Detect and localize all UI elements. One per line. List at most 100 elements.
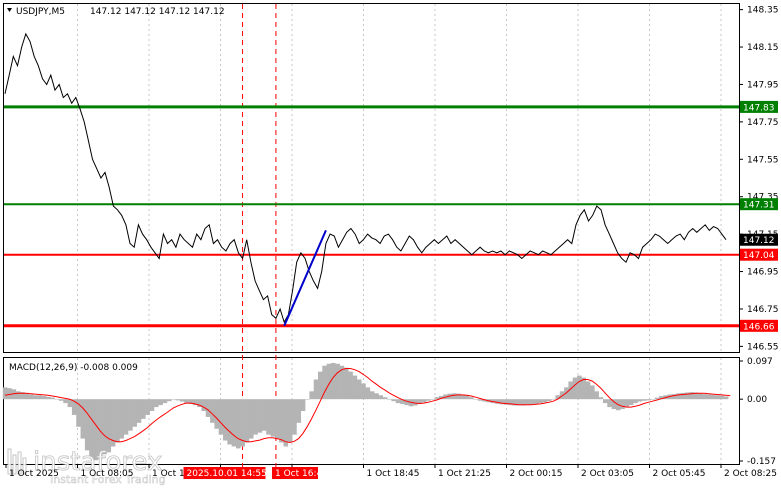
time-tick-label: 2 Oct 00:15 — [510, 469, 563, 479]
macd-histogram-bar — [119, 399, 125, 439]
time-tick-label: 2 Oct 05:45 — [653, 469, 706, 479]
macd-histogram-bar — [451, 393, 457, 400]
macd-histogram-bar — [123, 399, 129, 435]
macd-histogram-bar — [637, 399, 643, 402]
time-tick-label: 1 Oct 16:45 — [275, 469, 328, 479]
macd-histogram-bar — [577, 375, 582, 400]
level-price-tag: 146.66 — [743, 322, 775, 332]
macd-histogram-bar — [63, 399, 68, 404]
macd-histogram-bar — [581, 377, 586, 400]
macd-histogram-bar — [495, 399, 500, 404]
macd-histogram-bar — [248, 399, 254, 439]
macd-histogram-bar — [529, 399, 535, 405]
macd-histogram-bar — [425, 399, 431, 401]
macd-histogram-bar — [654, 397, 660, 400]
macd-histogram-bar — [706, 394, 712, 400]
macd-histogram-bar — [313, 379, 319, 400]
macd-histogram-bar — [296, 399, 302, 423]
macd-histogram-bar — [309, 391, 314, 400]
macd-histogram-bar — [607, 399, 612, 408]
macd-histogram-bar — [633, 399, 638, 404]
time-tick-label: 1 Oct 2025 — [9, 469, 59, 479]
macd-histogram-bar — [54, 399, 60, 400]
time-tick-label: 2 Oct 08:25 — [724, 469, 777, 479]
macd-histogram-bar — [628, 399, 634, 406]
macd-histogram-bar — [33, 395, 38, 400]
macd-histogram-bar — [387, 399, 392, 400]
macd-histogram-bar — [115, 399, 120, 443]
macd-histogram-bar — [335, 363, 340, 400]
macd-histogram-bar — [270, 399, 276, 437]
macd-histogram-bar — [697, 393, 703, 400]
macd-histogram-bar — [646, 399, 651, 401]
macd-histogram-bar — [171, 399, 176, 400]
macd-histogram-bar — [650, 399, 656, 400]
macd-histogram-bar — [715, 395, 720, 400]
y-tick-label: 146.95 — [747, 268, 779, 278]
macd-histogram-bar — [719, 395, 725, 400]
macd-histogram-bar — [2, 387, 8, 400]
macd-histogram-bar — [84, 399, 90, 451]
time-tick-label: 1 Oct 08:05 — [81, 469, 134, 479]
macd-histogram-bar — [283, 399, 289, 447]
macd-histogram-bar — [330, 362, 336, 400]
macd-histogram-bar — [15, 391, 21, 400]
macd-histogram-bar — [598, 397, 604, 400]
macd-histogram-bar — [430, 399, 435, 400]
macd-histogram-bar — [166, 399, 172, 402]
macd-histogram-bar — [702, 394, 707, 400]
macd-histogram-bar — [223, 399, 228, 441]
macd-histogram-bar — [382, 397, 388, 400]
macd-histogram-bar — [602, 399, 608, 404]
macd-histogram-bar — [46, 396, 51, 400]
macd-histogram-bar — [477, 399, 483, 401]
level-price-tag: 147.31 — [743, 201, 775, 211]
macd-histogram-bar — [369, 391, 375, 400]
macd-histogram-bar — [343, 367, 349, 400]
macd-histogram-bar — [287, 399, 293, 443]
macd-histogram-bar — [624, 399, 630, 408]
macd-histogram-bar — [473, 399, 479, 400]
macd-histogram-bar — [37, 395, 42, 400]
macd-histogram-bar — [710, 394, 716, 400]
macd-histogram-bar — [723, 396, 729, 400]
macd-histogram-bar — [469, 397, 474, 400]
level-price-tag: 147.83 — [743, 103, 775, 113]
macd-histogram-bar — [24, 393, 30, 400]
macd-histogram-bar — [391, 399, 397, 402]
macd-histogram-bar — [128, 399, 133, 431]
macd-histogram-bar — [106, 399, 112, 453]
macd-histogram-bar — [279, 399, 284, 443]
macd-histogram-bar — [257, 399, 263, 433]
macd-histogram-bar — [218, 399, 224, 435]
y-tick-label: 146.55 — [747, 342, 779, 352]
macd-histogram-bar — [318, 371, 323, 400]
macd-histogram-bar — [300, 399, 306, 411]
macd-tick-label: -0.157 — [747, 457, 776, 467]
macd-histogram-bar — [184, 399, 189, 404]
macd-histogram-bar — [261, 399, 267, 431]
macd-histogram-bar — [546, 399, 552, 402]
macd-histogram-bar — [641, 399, 647, 401]
macd-histogram-bar — [205, 399, 211, 417]
macd-histogram-bar — [235, 399, 241, 449]
macd-histogram-bar — [140, 399, 146, 419]
macd-histogram-bar — [266, 399, 271, 435]
macd-histogram-bar — [292, 399, 297, 435]
macd-histogram-bar — [41, 396, 47, 400]
macd-histogram-bar — [58, 399, 64, 401]
macd-histogram-bar — [214, 399, 220, 429]
macd-histogram-bar — [378, 395, 384, 400]
macd-histogram-bar — [542, 399, 548, 403]
macd-histogram-bar — [538, 399, 543, 404]
macd-histogram-bar — [676, 393, 681, 400]
macd-histogram-bar — [305, 399, 310, 400]
price-chart: 148.35148.15147.95147.75147.55147.35147.… — [0, 0, 781, 489]
time-tick-label: 2025.10.01 14:55 — [187, 469, 267, 479]
macd-histogram-bar — [352, 375, 358, 400]
macd-histogram-bar — [395, 399, 401, 404]
macd-histogram-bar — [585, 381, 591, 400]
macd-histogram-bar — [572, 377, 578, 400]
y-tick-label: 147.75 — [747, 118, 779, 128]
macd-histogram-bar — [274, 399, 280, 439]
